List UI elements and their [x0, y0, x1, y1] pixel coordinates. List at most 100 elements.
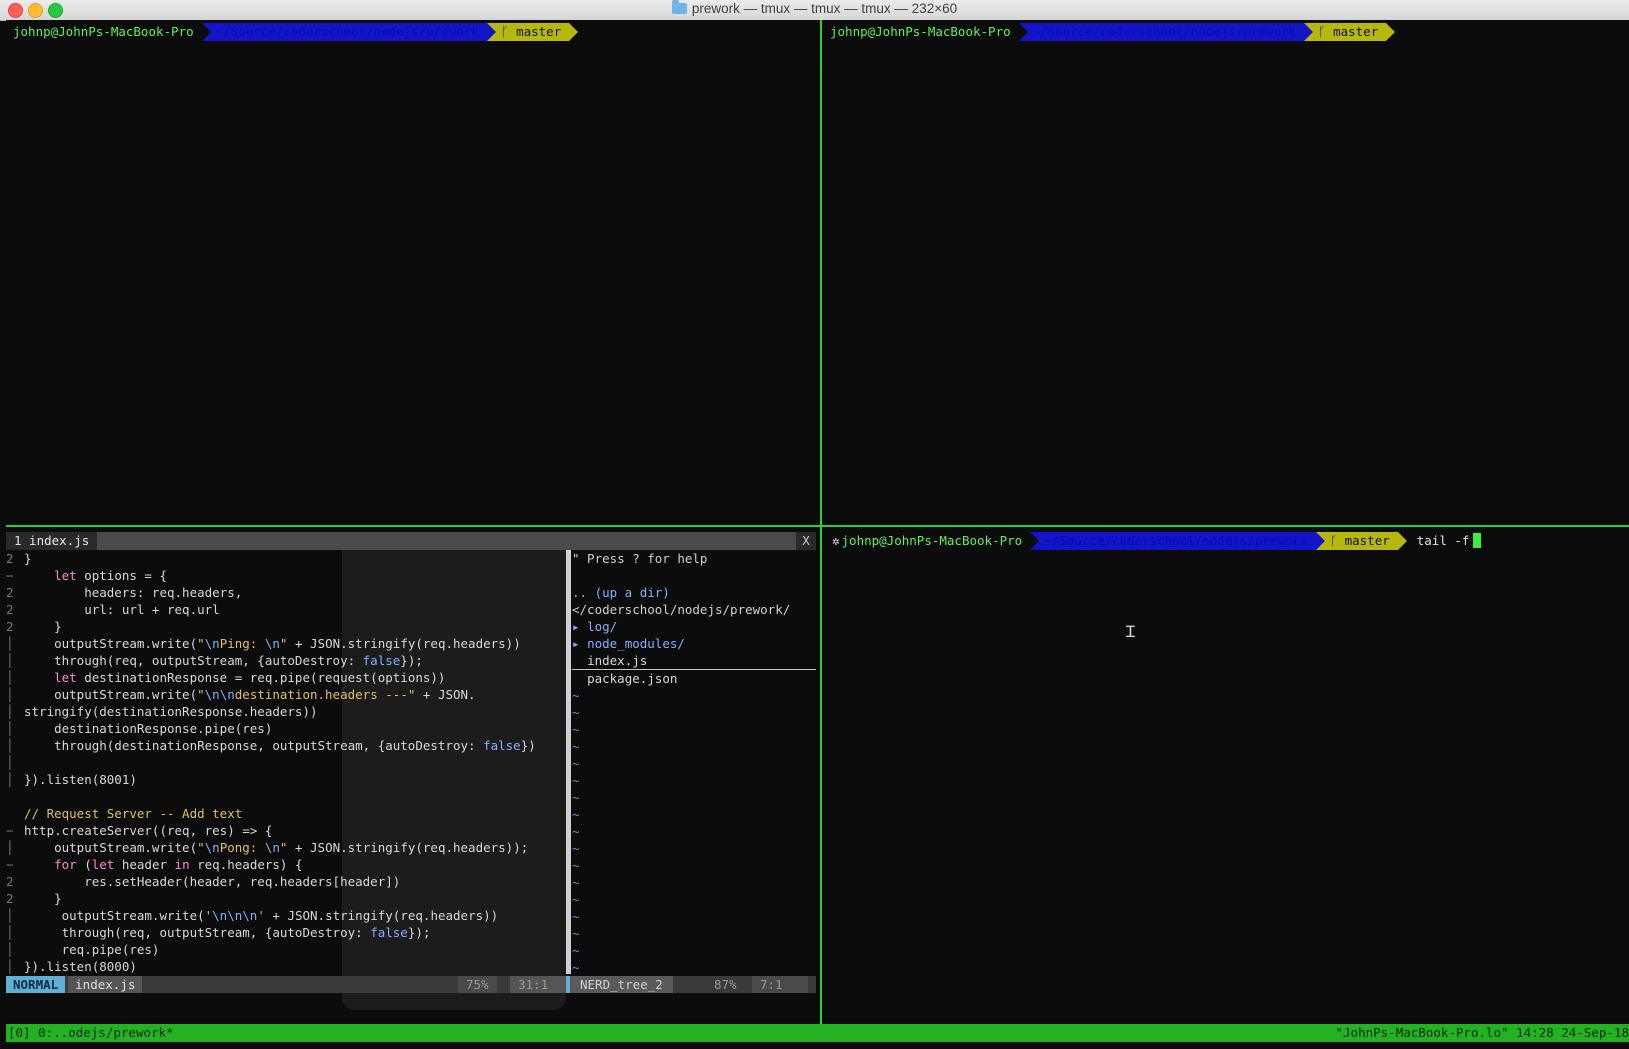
- code-text: outputStream.write("\n\ndestination.head…: [24, 687, 476, 702]
- fold-gutter: 2: [6, 891, 14, 906]
- nerdtree-entry[interactable]: ▸ node_modules/: [572, 635, 816, 652]
- vim-vertical-split[interactable]: [566, 550, 571, 974]
- prompt-user: johnp@JohnPs-MacBook-Pro: [841, 533, 1023, 548]
- tab-close-icon[interactable]: X: [796, 532, 816, 550]
- tmux-pane-bottom-right[interactable]: ✲ johnp@JohnPs-MacBook-Pro ~/Source/coders…: [822, 527, 1629, 1024]
- window-title: prework — tmux — tmux — tmux — 232×60: [0, 0, 1629, 16]
- code-line[interactable]: │ outputStream.write("\n\ndestination.he…: [6, 686, 566, 703]
- fold-gutter: │: [6, 738, 14, 753]
- code-line[interactable]: │: [6, 754, 566, 771]
- code-text: stringify(destinationResponse.headers)): [24, 704, 318, 719]
- tilde-marker: ~: [572, 756, 580, 771]
- tilde-marker: ~: [572, 824, 580, 839]
- tilde-marker: ~: [572, 739, 580, 754]
- tmux-status-bar: [0] 0:..odejs/prework* "JohnPs-MacBook-P…: [6, 1024, 1629, 1042]
- code-line[interactable]: − for (let header in req.headers) {: [6, 856, 566, 873]
- code-line[interactable]: 2 url: url + req.url: [6, 601, 566, 618]
- code-line[interactable]: 2 headers: req.headers,: [6, 584, 566, 601]
- gear-icon: ✲: [832, 533, 840, 548]
- nerdtree-entry-name: log/: [587, 619, 618, 634]
- fold-gutter: │: [6, 721, 14, 736]
- vim-code-window[interactable]: 2} − let options = {2 headers: req.header…: [6, 550, 566, 974]
- code-text: http.createServer((req, res) => {: [24, 823, 273, 838]
- prompt-path: ~/Source/coderschool/nodejs/prework: [1030, 532, 1316, 550]
- branch-icon: ᚴ: [1329, 533, 1345, 548]
- vim-tab-index-js[interactable]: 1 index.js: [6, 532, 98, 550]
- fold-gutter: 2: [6, 619, 14, 634]
- code-line[interactable]: │ through(req, outputStream, {autoDestro…: [6, 924, 566, 941]
- tilde-marker: ~: [572, 943, 580, 958]
- nerdtree-entry-name: index.js: [587, 653, 648, 668]
- prompt-user: johnp@JohnPs-MacBook-Pro: [13, 24, 194, 39]
- nerdtree-empty-line: ~: [572, 755, 816, 772]
- nerdtree-entry[interactable]: index.js: [572, 652, 816, 670]
- fold-gutter: │: [6, 942, 14, 957]
- code-line[interactable]: │ outputStream.write("\nPong: \n" + JSON…: [6, 839, 566, 856]
- code-text: }: [24, 891, 62, 906]
- fold-gutter: │: [6, 908, 14, 923]
- shell-prompt: johnp@JohnPs-MacBook-Pro ~/Source/codersc…: [13, 23, 579, 41]
- branch-icon: ᚴ: [501, 24, 517, 39]
- code-text: }).listen(8000): [24, 959, 137, 974]
- fold-gutter: −: [6, 823, 14, 838]
- code-line[interactable]: │ destinationResponse.pipe(res): [6, 720, 566, 737]
- nerdtree-window[interactable]: " Press ? for help .. (up a dir) </coder…: [572, 550, 816, 974]
- nerdtree-empty-line: ~: [572, 874, 816, 891]
- vim-tabline: 1 index.js X: [6, 532, 816, 550]
- code-line[interactable]: │ let destinationResponse = req.pipe(req…: [6, 669, 566, 686]
- code-line[interactable]: 2 res.setHeader(header, req.headers[head…: [6, 873, 566, 890]
- code-line[interactable]: 2}: [6, 550, 566, 567]
- code-line[interactable]: │}).listen(8000): [6, 958, 566, 974]
- code-line[interactable]: 2 }: [6, 890, 566, 907]
- fold-gutter: 2: [6, 551, 14, 566]
- pane-border-horizontal[interactable]: [6, 525, 1629, 527]
- window-titlebar: prework — tmux — tmux — tmux — 232×60: [0, 0, 1629, 21]
- fold-gutter: │: [6, 687, 14, 702]
- pane-border-vertical[interactable]: [820, 20, 822, 1024]
- code-text: }: [24, 551, 32, 566]
- vim-status-position: 31:1: [510, 976, 566, 993]
- code-text: outputStream.write('\n\n\n' + JSON.strin…: [24, 908, 499, 923]
- expand-arrow-icon: ▸: [572, 636, 588, 651]
- nerdtree-entry[interactable]: package.json: [572, 670, 816, 687]
- fold-gutter: │: [6, 840, 14, 855]
- nerdtree-entry[interactable]: ▸ log/: [572, 618, 816, 635]
- code-text: headers: req.headers,: [24, 585, 243, 600]
- nerdtree-blank: [572, 567, 816, 584]
- nerdtree-empty-line: ~: [572, 687, 816, 704]
- tmux-pane-top-left[interactable]: johnp@JohnPs-MacBook-Pro ~/Source/codersc…: [6, 20, 820, 525]
- tmux-pane-top-right[interactable]: johnp@JohnPs-MacBook-Pro ~/Source/codersc…: [822, 20, 1629, 525]
- code-text: res.setHeader(header, req.headers[header…: [24, 874, 401, 889]
- code-line[interactable]: │ stringify(destinationResponse.headers)): [6, 703, 566, 720]
- code-line[interactable]: │ outputStream.write('\n\n\n' + JSON.str…: [6, 907, 566, 924]
- fold-gutter: │: [6, 653, 14, 668]
- terminal-cursor: [1473, 533, 1482, 548]
- nerdtree-entry-name: package.json: [587, 671, 678, 686]
- code-line[interactable]: │ outputStream.write("\nPing: \n" + JSON…: [6, 635, 566, 652]
- tmux-window-list[interactable]: [0] 0:..odejs/prework*: [6, 1024, 174, 1042]
- code-line[interactable]: │ req.pipe(res): [6, 941, 566, 958]
- nerdtree-root[interactable]: </coderschool/nodejs/prework/: [572, 601, 816, 618]
- code-line[interactable]: │}).listen(8001): [6, 771, 566, 788]
- command-input[interactable]: tail -f: [1417, 533, 1470, 548]
- code-line[interactable]: − let options = {: [6, 567, 566, 584]
- code-line[interactable]: − http.createServer((req, res) => {: [6, 822, 566, 839]
- tilde-marker: ~: [572, 858, 580, 873]
- nerdtree-status-position: 7:1: [752, 976, 808, 993]
- prompt-path: ~/Source/coderschool/nodejs/prework: [201, 23, 488, 41]
- code-line[interactable]: │ through(req, outputStream, {autoDestro…: [6, 652, 566, 669]
- prompt-end-arrow: [1386, 23, 1396, 41]
- nerdtree-up-dir[interactable]: .. (up a dir): [572, 584, 816, 601]
- code-text: url: url + req.url: [24, 602, 220, 617]
- prompt-path: ~/Source/coderschool/nodejs/prework: [1018, 23, 1305, 41]
- nerdtree-empty-line: ~: [572, 772, 816, 789]
- code-line[interactable]: 2 }: [6, 618, 566, 635]
- code-line[interactable]: // Request Server -- Add text: [6, 805, 566, 822]
- code-text: through(destinationResponse, outputStrea…: [24, 738, 536, 753]
- shell-prompt: johnp@JohnPs-MacBook-Pro ~/Source/codersc…: [830, 23, 1396, 41]
- fold-gutter: 2: [6, 585, 14, 600]
- expand-arrow-icon: ▸: [572, 619, 588, 634]
- nerdtree-empty-line: ~: [572, 840, 816, 857]
- code-line[interactable]: │ through(destinationResponse, outputStr…: [6, 737, 566, 754]
- code-line[interactable]: [6, 788, 566, 805]
